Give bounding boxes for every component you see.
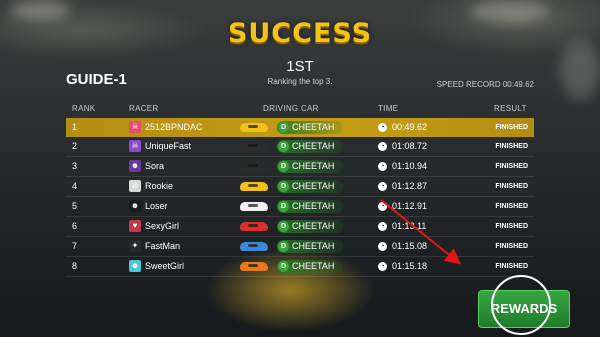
tap-highlight-ring [491,275,551,335]
annotation-arrow-line [380,199,462,265]
